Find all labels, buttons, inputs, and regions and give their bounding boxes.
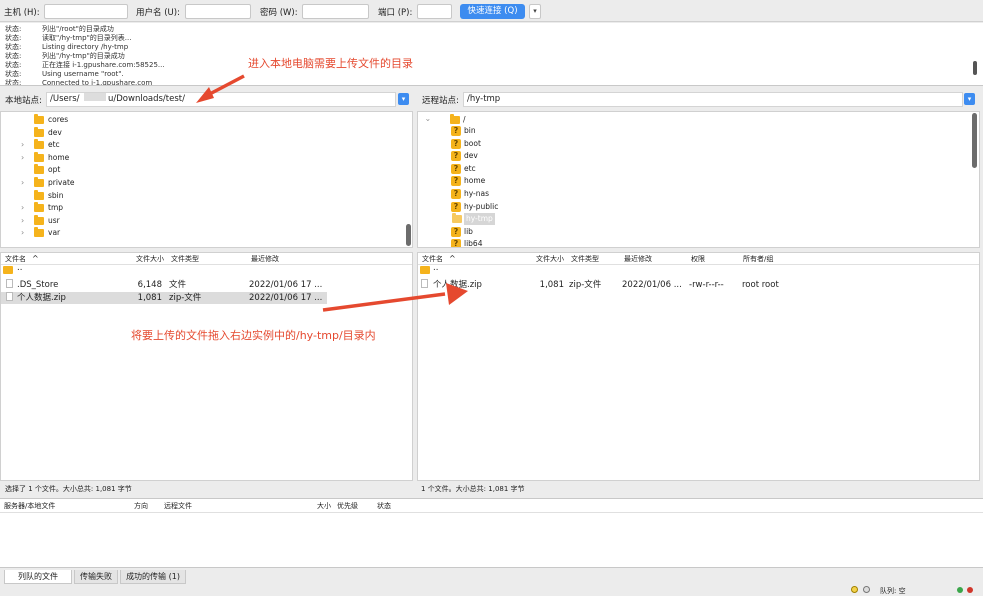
annotation-arrows [196, 74, 468, 312]
arrow-to-remote-list-icon [322, 283, 468, 312]
arrow-to-local-path-icon [196, 74, 245, 103]
